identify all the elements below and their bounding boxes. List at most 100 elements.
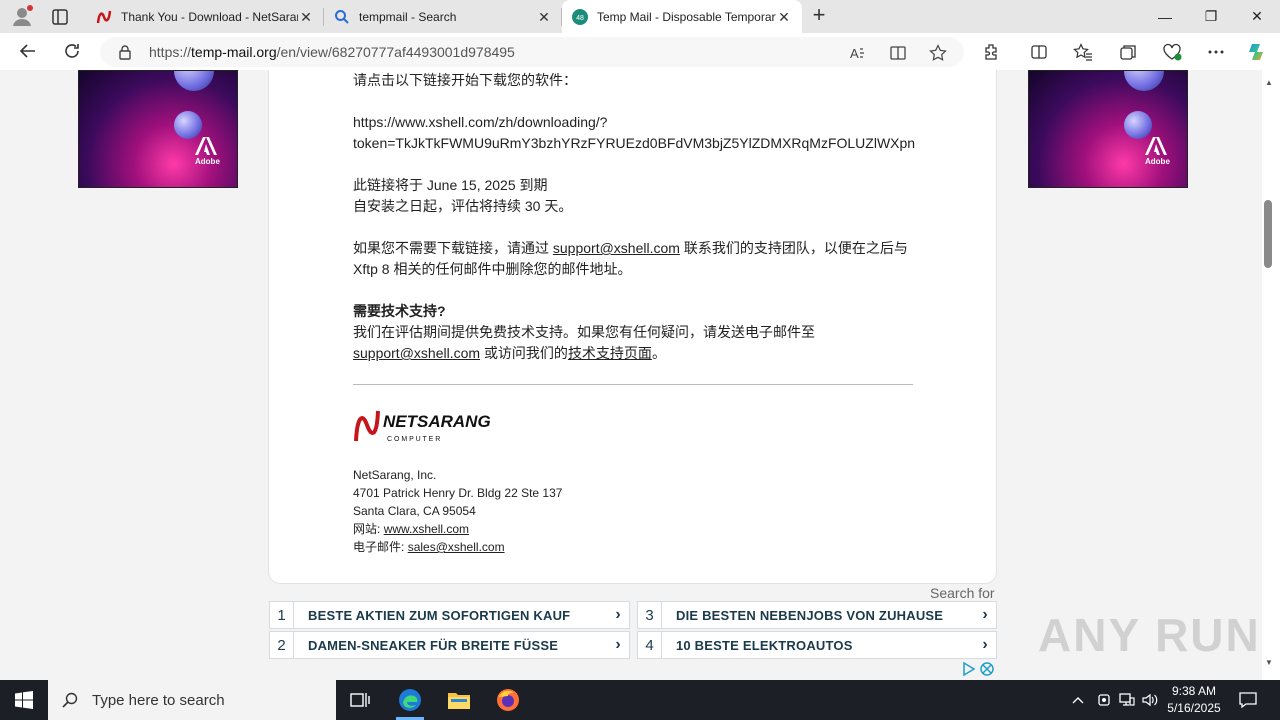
support-page-link[interactable]: 技术支持页面 — [568, 345, 652, 361]
show-hidden-icons-icon[interactable] — [1068, 680, 1088, 720]
tab-strip: Thank You - Download - NetSarang ✕ tempm… — [0, 0, 1280, 33]
website-line: 网站: www.xshell.com — [353, 522, 470, 536]
scroll-up-icon[interactable]: ▲ — [1265, 78, 1275, 87]
adobe-logo-icon: Adobe — [195, 137, 220, 167]
street-address: 4701 Patrick Henry Dr. Bldg 22 Ste 137 — [353, 486, 563, 500]
close-window-button[interactable]: ✕ — [1234, 0, 1280, 33]
tab-title: tempmail - Search — [359, 9, 457, 24]
browser-essentials-icon[interactable] — [1161, 41, 1183, 63]
website-link[interactable]: www.xshell.com — [384, 522, 469, 536]
split-screen-icon[interactable] — [1028, 41, 1050, 63]
windows-taskbar: Type here to search 9:38 AM 5/16/2025 — [0, 680, 1280, 720]
clock-time: 9:38 AM — [1171, 684, 1217, 698]
ad-search-link[interactable]: 3 DIE BESTEN NEBENJOBS VON ZUHAUSE › — [637, 601, 997, 629]
support-heading: 需要技术支持? — [353, 303, 446, 319]
extensions-icon[interactable] — [980, 41, 1002, 63]
lock-icon[interactable] — [118, 44, 132, 60]
page-viewport: Adobe Adobe 请点击以下链接开始下载您的软件： https://www… — [0, 70, 1262, 680]
support-text: 我们在评估期间提供免费技术支持。如果您有任何疑问，请发送电子邮件至 — [353, 324, 815, 340]
volume-icon[interactable] — [1140, 680, 1160, 720]
immersive-reader-icon[interactable] — [889, 44, 907, 62]
download-link-line2[interactable]: token=TkJkTkFWMU9uRmY3bzhYRzFYRUEzd0BFdV… — [353, 133, 915, 154]
scroll-down-icon[interactable]: ▼ — [1265, 658, 1275, 667]
refresh-button[interactable] — [59, 39, 85, 63]
chevron-right-icon: › — [615, 606, 621, 623]
maximize-button[interactable]: ❐ — [1188, 0, 1234, 33]
adobe-logo-icon: Adobe — [1145, 137, 1170, 167]
read-aloud-icon[interactable]: A — [849, 44, 867, 62]
tab-close-icon[interactable]: ✕ — [776, 9, 792, 25]
network-icon[interactable] — [1117, 680, 1137, 720]
unsubscribe-text: 如果您不需要下载链接，请通过 support@xshell.com 联系我们的支… — [353, 240, 908, 256]
address-bar[interactable]: https://temp-mail.org/en/view/68270777af… — [100, 37, 964, 67]
ad-search-link[interactable]: 1 BESTE AKTIEN ZUM SOFORTIGEN KAUF › — [269, 601, 630, 629]
search-placeholder: Type here to search — [92, 691, 225, 709]
ad-search-link[interactable]: 4 10 BESTE ELEKTROAUTOS › — [637, 631, 997, 659]
back-button[interactable] — [15, 39, 41, 63]
firefox-icon[interactable] — [484, 680, 532, 720]
clock-date: 5/16/2025 — [1167, 701, 1221, 715]
windows-logo-icon — [15, 691, 33, 709]
ad-search-link[interactable]: 2 DAMEN-SNEAKER FÜR BREITE FÜSSE › — [269, 631, 630, 659]
task-view-icon[interactable] — [336, 680, 384, 720]
chevron-right-icon: › — [982, 636, 988, 653]
search-favicon-icon — [334, 9, 350, 25]
favorites-icon[interactable] — [1072, 41, 1094, 63]
url-text[interactable]: https://temp-mail.org/en/view/68270777af… — [149, 44, 515, 60]
svg-text:A: A — [850, 46, 859, 61]
download-link-line1[interactable]: https://www.xshell.com/zh/downloading/? — [353, 112, 607, 133]
notifications-icon[interactable] — [1236, 680, 1260, 720]
tab-tempmail-search[interactable]: tempmail - Search ✕ — [324, 0, 562, 33]
ad-planet-image — [174, 111, 202, 139]
adchoices-icon[interactable] — [962, 661, 996, 680]
ad-banner-right[interactable]: Adobe — [1028, 70, 1188, 188]
evaluation-text: 自安装之日起，评估将持续 30 天。 — [353, 198, 573, 214]
favorite-star-icon[interactable] — [929, 44, 947, 62]
support-contact: support@xshell.com 或访问我们的技术支持页面。 — [353, 345, 666, 361]
tab-actions-icon[interactable] — [48, 6, 72, 28]
file-explorer-icon[interactable] — [435, 680, 483, 720]
svg-text:NETSARANG: NETSARANG — [383, 412, 491, 431]
collections-icon[interactable] — [1117, 41, 1139, 63]
search-for-label: Search for — [930, 585, 995, 601]
profile-avatar-icon[interactable] — [10, 5, 34, 27]
company-address: NetSarang, Inc. 4701 Patrick Henry Dr. B… — [353, 466, 562, 556]
tab-netsarang[interactable]: Thank You - Download - NetSarang ✕ — [86, 0, 324, 33]
anyrun-watermark: ANY RUN — [1038, 609, 1261, 661]
minimize-button[interactable]: — — [1142, 0, 1188, 33]
support-email-link[interactable]: support@xshell.com — [353, 345, 480, 361]
tab-close-icon[interactable]: ✕ — [536, 9, 552, 25]
tab-close-icon[interactable]: ✕ — [298, 9, 314, 25]
ad-planet-image — [1124, 111, 1152, 139]
sales-email-link[interactable]: sales@xshell.com — [408, 540, 505, 554]
taskbar-clock[interactable]: 9:38 AM 5/16/2025 — [1160, 683, 1228, 717]
svg-text:48: 48 — [576, 15, 584, 22]
city-address: Santa Clara, CA 95054 — [353, 504, 476, 518]
ad-banner-left[interactable]: Adobe — [78, 70, 238, 188]
chevron-right-icon: › — [615, 636, 621, 653]
start-button[interactable] — [0, 680, 48, 720]
netsarang-logo: NETSARANG C O M P U T E R — [353, 405, 503, 445]
scrollbar-thumb[interactable] — [1264, 200, 1272, 268]
expiry-text: 此链接将于 June 15, 2025 到期 — [353, 177, 548, 193]
email-card: 请点击以下链接开始下载您的软件： https://www.xshell.com/… — [268, 70, 997, 584]
tab-temp-mail[interactable]: 48 Temp Mail - Disposable Temporary ✕ — [562, 0, 802, 33]
unsubscribe-text-2: Xftp 8 相关的任何邮件中删除您的邮件地址。 — [353, 261, 632, 277]
navigation-bar: https://temp-mail.org/en/view/68270777af… — [0, 33, 1280, 70]
device-icon[interactable] — [1094, 680, 1114, 720]
arrow-left-icon — [19, 44, 35, 58]
tempmail-favicon-icon: 48 — [572, 8, 588, 25]
tab-title: Thank You - Download - NetSarang — [121, 9, 298, 24]
taskbar-search-box[interactable]: Type here to search — [48, 680, 336, 720]
download-intro: 请点击以下链接开始下载您的软件： — [353, 72, 577, 88]
divider — [353, 384, 913, 385]
netsarang-favicon-icon — [96, 9, 112, 25]
support-email-link[interactable]: support@xshell.com — [553, 240, 680, 256]
new-tab-button[interactable]: + — [808, 4, 830, 27]
edge-taskbar-icon[interactable] — [386, 680, 434, 720]
page-scrollbar[interactable]: ▲ ▼ — [1262, 70, 1280, 680]
copilot-icon[interactable] — [1246, 41, 1268, 63]
settings-more-icon[interactable] — [1205, 41, 1227, 63]
chevron-right-icon: › — [982, 606, 988, 623]
email-line: 电子邮件: sales@xshell.com — [353, 540, 505, 554]
